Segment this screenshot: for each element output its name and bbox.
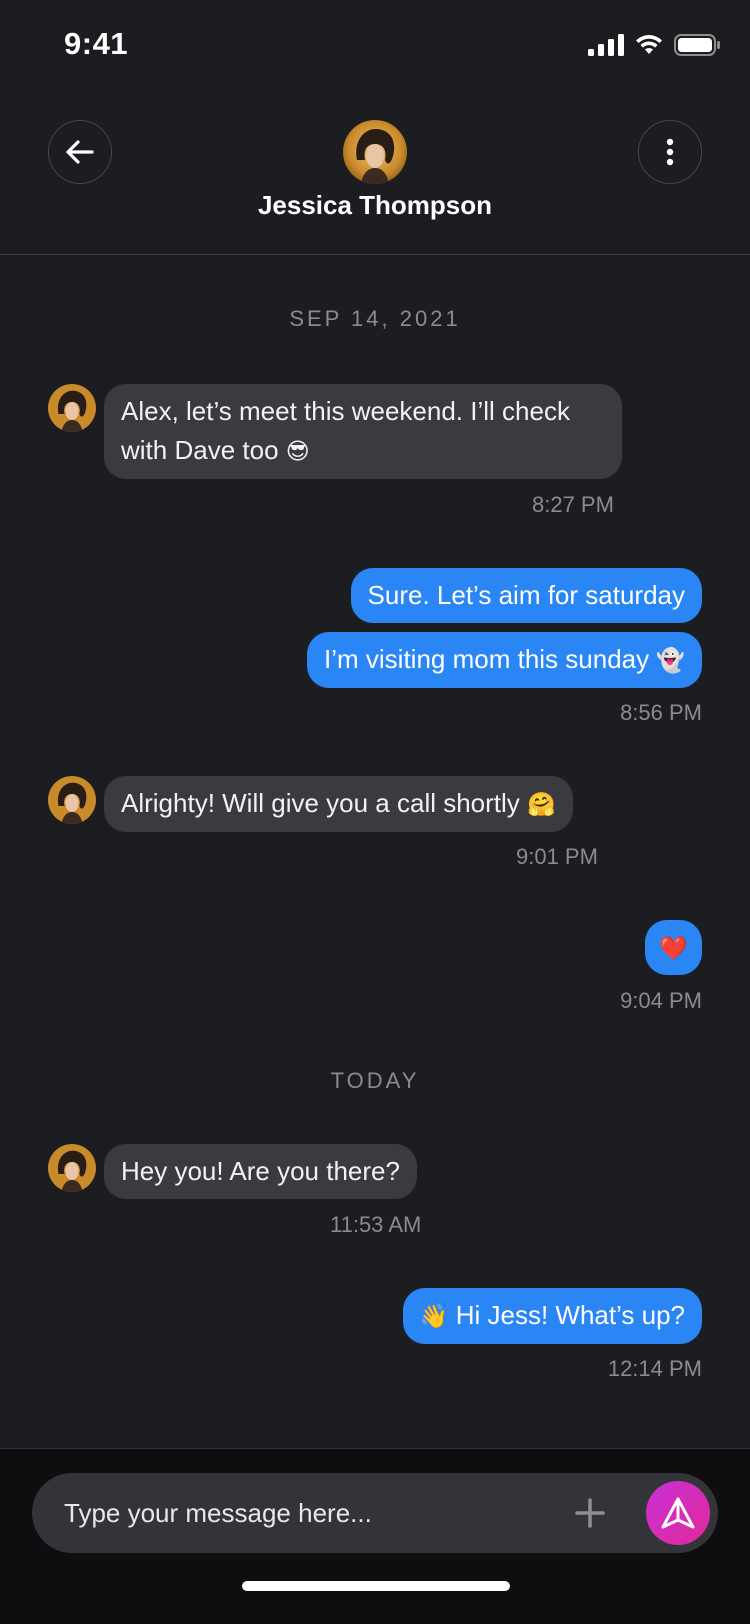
message-composer <box>32 1473 718 1553</box>
home-indicator <box>242 1581 510 1591</box>
more-vertical-icon <box>666 138 674 166</box>
message-bubble-outgoing[interactable]: I’m visiting mom this sunday 👻 <box>307 632 702 688</box>
avatar <box>48 384 96 432</box>
contact-name: Jessica Thompson <box>257 190 493 220</box>
message-text: Hi Jess! What’s up? <box>455 1300 685 1330</box>
message-timestamp: 11:53 AM <box>330 1212 422 1237</box>
composer-area <box>0 1448 750 1624</box>
more-options-button[interactable] <box>638 120 702 184</box>
contact-avatar[interactable] <box>343 120 407 184</box>
avatar <box>48 776 96 824</box>
avatar <box>48 1144 96 1192</box>
message-timestamp: 8:56 PM <box>620 700 702 725</box>
status-time: 9:41 <box>64 26 129 61</box>
cellular-signal-icon <box>588 34 624 56</box>
date-separator: TODAY <box>330 1068 420 1093</box>
message-bubble-outgoing[interactable]: ❤️ <box>645 920 702 975</box>
message-text: Hey you! Are you there? <box>121 1156 400 1186</box>
send-button[interactable] <box>646 1481 710 1545</box>
hugging-emoji-icon: 🤗 <box>527 791 556 817</box>
status-bar: 9:41 <box>0 0 750 90</box>
heart-emoji-icon: ❤️ <box>659 935 688 961</box>
message-bubble-incoming[interactable]: Alex, let’s meet this weekend. I’ll chec… <box>104 384 622 479</box>
date-separator: SEP 14, 2021 <box>289 306 461 331</box>
message-bubble-incoming[interactable]: Alrighty! Will give you a call shortly 🤗 <box>104 776 573 832</box>
message-text: Alrighty! Will give you a call shortly <box>121 788 520 818</box>
message-timestamp: 8:27 PM <box>532 492 614 517</box>
waving-hand-emoji-icon: 👋 <box>419 1303 449 1329</box>
send-icon <box>661 1497 695 1529</box>
wifi-icon <box>636 35 662 54</box>
status-icons <box>588 34 720 56</box>
sunglasses-emoji-icon: 😎 <box>285 438 310 464</box>
chat-header: Jessica Thompson <box>0 90 750 255</box>
back-button[interactable] <box>48 120 112 184</box>
battery-icon <box>674 34 720 56</box>
message-bubble-incoming[interactable]: Hey you! Are you there? <box>104 1144 417 1199</box>
message-bubble-outgoing[interactable]: Sure. Let’s aim for saturday <box>350 568 702 623</box>
message-bubble-outgoing[interactable]: 👋 Hi Jess! What’s up? <box>402 1288 702 1344</box>
message-timestamp: 9:01 PM <box>516 844 598 869</box>
message-timestamp: 12:14 PM <box>607 1356 702 1381</box>
message-input[interactable] <box>64 1473 564 1553</box>
message-text: Alex, let’s meet this weekend. I’ll chec… <box>121 396 570 426</box>
message-text: I’m visiting mom this sunday <box>324 644 650 674</box>
add-attachment-button[interactable] <box>570 1493 610 1533</box>
ghost-emoji-icon: 👻 <box>656 647 685 673</box>
message-text: Sure. Let’s aim for saturday <box>367 580 685 610</box>
plus-icon <box>575 1498 605 1528</box>
arrow-left-icon <box>66 140 94 164</box>
message-timestamp: 9:04 PM <box>620 988 702 1013</box>
message-text-line2: with Dave too 😎 <box>121 435 310 465</box>
